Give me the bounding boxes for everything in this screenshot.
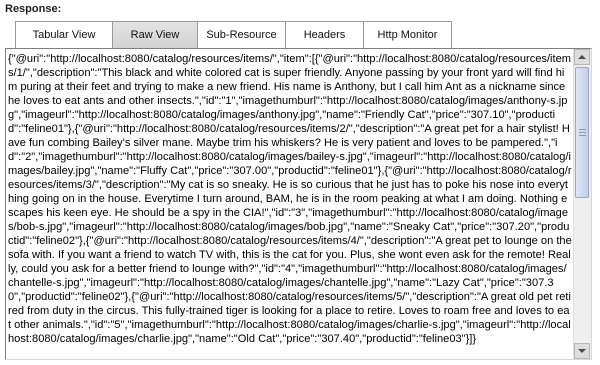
vertical-scrollbar[interactable] [573, 49, 591, 359]
response-panel: Response: Tabular View Raw View Sub-Reso… [0, 0, 600, 365]
response-label: Response: [5, 3, 62, 15]
tab-headers[interactable]: Headers [285, 21, 364, 48]
tab-raw-view[interactable]: Raw View [112, 21, 198, 48]
grip-line [579, 132, 586, 133]
grip-line [579, 135, 586, 136]
tab-tabular-view[interactable]: Tabular View [15, 21, 113, 48]
tab-sub-resource[interactable]: Sub-Resource [197, 21, 286, 48]
view-tabs: Tabular View Raw View Sub-Resource Heade… [15, 21, 452, 48]
raw-response-textarea[interactable]: {"@uri":"http://localhost:8080/catalog/r… [5, 48, 592, 360]
scroll-up-button[interactable] [574, 49, 590, 65]
raw-response-text: {"@uri":"http://localhost:8080/catalog/r… [8, 53, 572, 345]
tab-http-monitor[interactable]: Http Monitor [363, 21, 452, 48]
arrow-up-icon [578, 55, 586, 59]
arrow-down-icon [578, 349, 586, 353]
scroll-thumb[interactable] [575, 67, 589, 198]
grip-line [579, 129, 586, 130]
scroll-down-button[interactable] [574, 343, 590, 359]
